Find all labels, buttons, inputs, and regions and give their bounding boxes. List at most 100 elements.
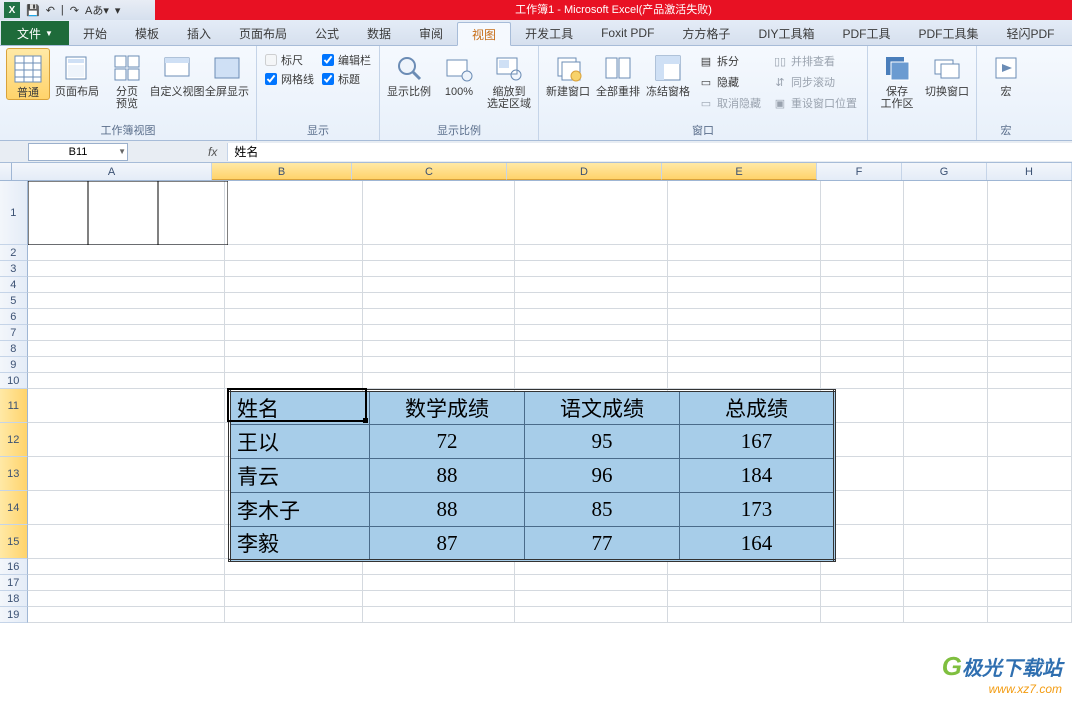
column-header-E[interactable]: E (662, 163, 817, 180)
tab-pdftool[interactable]: PDF工具 (828, 21, 904, 45)
fullscreen-button[interactable]: 全屏显示 (204, 48, 250, 98)
spreadsheet[interactable]: ABCDEFGH 12345678910111213141516171819 姓… (0, 163, 1072, 623)
cell-H10[interactable] (988, 373, 1072, 389)
pagebreak-view-button[interactable]: 分页 预览 (104, 48, 150, 110)
table-cell[interactable]: 李木子 (230, 493, 370, 527)
switchwindow-button[interactable]: 切换窗口 (924, 48, 970, 98)
cell-H15[interactable] (988, 525, 1072, 559)
cell-F5[interactable] (821, 293, 905, 309)
row-header-13[interactable]: 13 (0, 457, 28, 491)
tab-formula[interactable]: 公式 (301, 21, 353, 45)
cell-E1[interactable] (668, 181, 821, 245)
cell-A19[interactable] (28, 607, 225, 623)
column-header-A[interactable]: A (12, 163, 212, 180)
row-header-12[interactable]: 12 (0, 423, 28, 457)
cell-D1[interactable] (515, 181, 668, 245)
editbar-checkbox[interactable]: 编辑栏 (322, 52, 371, 68)
cell-G9[interactable] (904, 357, 988, 373)
table-cell[interactable]: 88 (370, 493, 525, 527)
row-header-11[interactable]: 11 (0, 389, 28, 423)
cell-E9[interactable] (668, 357, 821, 373)
cell-D7[interactable] (515, 325, 668, 341)
table-header[interactable]: 数学成绩 (370, 391, 525, 425)
qat-more-icon[interactable]: Aあ▾ (85, 2, 109, 18)
pagelayout-view-button[interactable]: 页面布局 (54, 48, 100, 98)
table-cell[interactable]: 164 (680, 527, 835, 561)
row-header-8[interactable]: 8 (0, 341, 28, 357)
tab-pagelayout[interactable]: 页面布局 (225, 21, 301, 45)
cell-B19[interactable] (225, 607, 363, 623)
row-header-10[interactable]: 10 (0, 373, 28, 389)
cell-H12[interactable] (988, 423, 1072, 457)
column-header-F[interactable]: F (817, 163, 902, 180)
cell-C17[interactable] (363, 575, 516, 591)
cell-F19[interactable] (821, 607, 905, 623)
cell-G1[interactable] (904, 181, 988, 245)
cell-A12[interactable] (28, 423, 225, 457)
cell-H4[interactable] (988, 277, 1072, 293)
row-header-5[interactable]: 5 (0, 293, 28, 309)
column-header-C[interactable]: C (352, 163, 507, 180)
formula-input[interactable]: 姓名 (227, 143, 1072, 161)
table-cell[interactable]: 184 (680, 459, 835, 493)
column-header-D[interactable]: D (507, 163, 662, 180)
cell-G10[interactable] (904, 373, 988, 389)
tab-foxitpdf[interactable]: Foxit PDF (587, 21, 668, 45)
zoom-button[interactable]: 显示比例 (386, 48, 432, 98)
cell-E6[interactable] (668, 309, 821, 325)
cell-E19[interactable] (668, 607, 821, 623)
cell-E17[interactable] (668, 575, 821, 591)
cell-H17[interactable] (988, 575, 1072, 591)
cell-G14[interactable] (904, 491, 988, 525)
file-tab[interactable]: 文件▼ (1, 21, 69, 45)
cell-B17[interactable] (225, 575, 363, 591)
cell-H16[interactable] (988, 559, 1072, 575)
cell-A11[interactable] (28, 389, 225, 423)
fx-icon[interactable]: fx (208, 145, 217, 159)
ruler-checkbox[interactable]: 标尺 (265, 52, 314, 68)
select-all-corner[interactable] (0, 163, 12, 180)
cell-A13[interactable] (28, 457, 225, 491)
cell-F4[interactable] (821, 277, 905, 293)
cell-G2[interactable] (904, 245, 988, 261)
column-header-B[interactable]: B (212, 163, 352, 180)
cell-G11[interactable] (904, 389, 988, 423)
cell-A18[interactable] (28, 591, 225, 607)
cell-A5[interactable] (28, 293, 225, 309)
cell-A14[interactable] (28, 491, 225, 525)
undo-icon[interactable]: ↶ (46, 4, 55, 17)
cell-B7[interactable] (225, 325, 363, 341)
cell-D3[interactable] (515, 261, 668, 277)
cell-G5[interactable] (904, 293, 988, 309)
cell-F17[interactable] (821, 575, 905, 591)
cell-H5[interactable] (988, 293, 1072, 309)
cell-F10[interactable] (821, 373, 905, 389)
tab-pdfset[interactable]: PDF工具集 (904, 21, 992, 45)
redo-icon[interactable]: ↷ (70, 4, 79, 17)
row-header-6[interactable]: 6 (0, 309, 28, 325)
newwindow-button[interactable]: 新建窗口 (545, 48, 591, 98)
saveworkspace-button[interactable]: 保存 工作区 (874, 48, 920, 110)
table-header[interactable]: 语文成绩 (525, 391, 680, 425)
cell-B5[interactable] (225, 293, 363, 309)
cell-D9[interactable] (515, 357, 668, 373)
cell-C2[interactable] (363, 245, 516, 261)
cell-E10[interactable] (668, 373, 821, 389)
cell-D18[interactable] (515, 591, 668, 607)
tab-diy[interactable]: DIY工具箱 (744, 21, 828, 45)
row-header-16[interactable]: 16 (0, 559, 28, 575)
cell-E2[interactable] (668, 245, 821, 261)
macro-button[interactable]: 宏 (983, 48, 1029, 98)
table-cell[interactable]: 李毅 (230, 527, 370, 561)
cell-A8[interactable] (28, 341, 225, 357)
cell-F9[interactable] (821, 357, 905, 373)
row-header-9[interactable]: 9 (0, 357, 28, 373)
table-header[interactable]: 姓名 (230, 391, 370, 425)
cell-H1[interactable] (988, 181, 1072, 245)
cell-F7[interactable] (821, 325, 905, 341)
cell-H13[interactable] (988, 457, 1072, 491)
cell-G13[interactable] (904, 457, 988, 491)
row-header-19[interactable]: 19 (0, 607, 28, 623)
tab-template[interactable]: 模板 (121, 21, 173, 45)
row-header-2[interactable]: 2 (0, 245, 28, 261)
